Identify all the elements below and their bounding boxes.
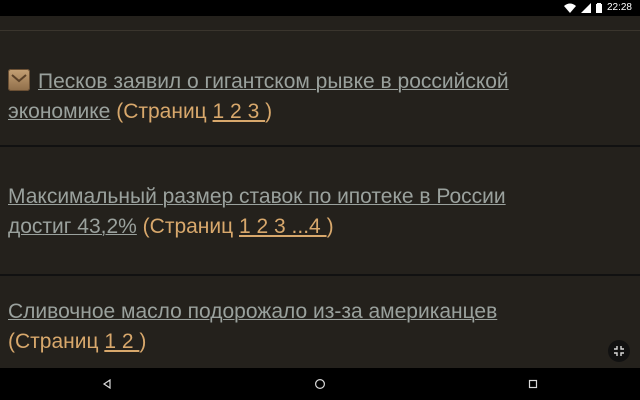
status-icons: 22:28 [563,2,632,13]
back-icon [102,379,111,389]
topic-title-line-2[interactable]: достиг 43,2% (Страниц 1 2 3 ...4 ) [8,212,622,242]
signal-icon [580,2,591,13]
topic-title-line[interactable]: Песков заявил о гигантском рывке в росси… [8,67,622,97]
topic-title-line[interactable]: Сливочное масло подорожало из-за америка… [8,297,622,327]
wifi-icon [563,3,576,13]
battery-icon [595,2,602,13]
topic-title-line-2[interactable]: экономике (Страниц 1 2 3 ) [8,97,622,127]
topic-title-link[interactable]: Сливочное масло подорожало из-за америка… [8,300,497,323]
topic-title-link-cont[interactable]: экономике [8,100,110,123]
navigation-bar [0,368,640,400]
topic-list[interactable]: Песков заявил о гигантском рывке в росси… [0,16,640,368]
pages-prefix: (Страниц [136,215,239,238]
read-status-icon [8,69,30,91]
page-links[interactable]: 1 2 3 [213,100,266,123]
fullscreen-toggle-button[interactable] [608,340,630,362]
pages-suffix: ) [265,100,273,123]
topic-item[interactable]: Максимальный размер ставок по ипотеке в … [0,147,640,276]
topic-title-link[interactable]: Песков заявил о гигантском рывке в росси… [38,70,509,93]
pages-prefix: (Страниц [110,100,213,123]
pages-suffix: ) [139,330,147,353]
topic-item[interactable]: Сливочное масло подорожало из-за америка… [0,276,640,368]
home-icon [314,378,325,390]
fullscreen-icon [614,346,624,356]
pages-prefix: (Страниц [8,330,105,353]
page-links[interactable]: 1 2 [104,330,139,353]
recents-icon [529,379,538,389]
pages-suffix: ) [326,215,334,238]
recents-button[interactable] [513,371,553,397]
top-divider [0,16,640,31]
topic-title-line-2[interactable]: (Страниц 1 2 ) [8,327,622,357]
clock: 22:28 [606,2,632,13]
home-button[interactable] [300,371,340,397]
topic-item[interactable]: Песков заявил о гигантском рывке в росси… [0,31,640,147]
topic-title-line[interactable]: Максимальный размер ставок по ипотеке в … [8,182,622,212]
back-button[interactable] [87,371,127,397]
topic-title-link[interactable]: Максимальный размер ставок по ипотеке в … [8,185,506,208]
page-links[interactable]: 1 2 3 ...4 [239,215,327,238]
status-bar: 22:28 [0,0,640,16]
topic-title-link-cont[interactable]: достиг 43,2% [8,215,137,238]
